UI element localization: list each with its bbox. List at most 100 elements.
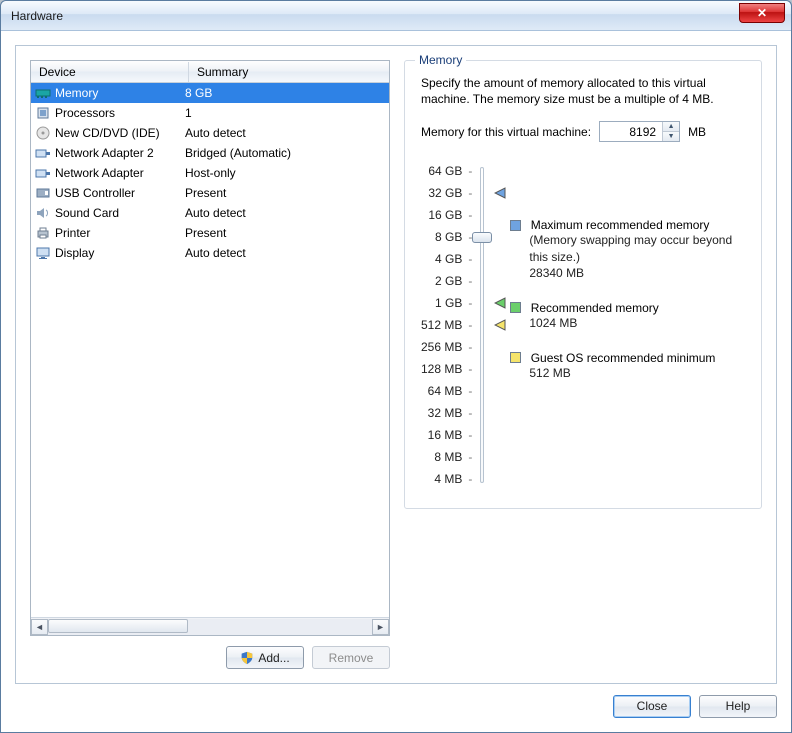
- legend-min: Guest OS recommended minimum 512 MB: [510, 351, 745, 381]
- scale-label: 512 MB: [421, 314, 462, 336]
- nic-icon: [35, 145, 51, 161]
- memory-description: Specify the amount of memory allocated t…: [421, 75, 745, 107]
- scroll-left-arrow-icon[interactable]: ◄: [31, 619, 48, 635]
- help-button[interactable]: Help: [699, 695, 777, 718]
- window-close-button[interactable]: ✕: [739, 3, 785, 23]
- device-list-body[interactable]: Memory 8 GB Processors 1 New CD/DVD (IDE) Aut…: [31, 83, 389, 617]
- device-list: Device Summary Memory 8 GB Processors 1 New …: [30, 60, 390, 636]
- device-summary: Auto detect: [185, 126, 389, 140]
- memory-field-unit: MB: [688, 125, 706, 139]
- device-name: Memory: [55, 86, 98, 100]
- scale-label: 64 GB: [428, 160, 462, 182]
- table-row[interactable]: Memory 8 GB: [31, 83, 389, 103]
- memory-slider-zone: 64 GB32 GB16 GB8 GB4 GB2 GB1 GB512 MB256…: [421, 160, 745, 490]
- uac-shield-icon: [240, 651, 254, 665]
- window-title: Hardware: [11, 9, 63, 23]
- legend-max-title: Maximum recommended memory: [531, 218, 710, 232]
- legend-max-value: 28340 MB: [529, 265, 745, 281]
- memory-input[interactable]: [600, 122, 662, 141]
- table-row[interactable]: Network AdapterHost-only: [31, 163, 389, 183]
- memory-spinner[interactable]: ▲ ▼: [599, 121, 680, 142]
- add-button[interactable]: Add...: [226, 646, 304, 669]
- table-row[interactable]: USB Controller Present: [31, 183, 389, 203]
- memory-groupbox: Memory Specify the amount of memory allo…: [404, 60, 762, 509]
- legend-max-note: (Memory swapping may occur beyond this s…: [529, 232, 745, 264]
- scale-label: 4 GB: [435, 248, 462, 270]
- slider-thumb[interactable]: [472, 232, 492, 243]
- device-summary: 1: [185, 106, 389, 120]
- table-row[interactable]: Display Auto detect: [31, 243, 389, 263]
- scroll-right-arrow-icon[interactable]: ►: [372, 619, 389, 635]
- scroll-thumb[interactable]: [48, 619, 188, 633]
- table-row[interactable]: New CD/DVD (IDE) Auto detect: [31, 123, 389, 143]
- scale-label: 8 MB: [434, 446, 462, 468]
- scale-label: 16 MB: [428, 424, 463, 446]
- close-button[interactable]: Close: [613, 695, 691, 718]
- left-column: Device Summary Memory 8 GB Processors 1 New …: [30, 60, 390, 669]
- legend-rec-value: 1024 MB: [529, 315, 745, 331]
- display-icon: [35, 245, 51, 261]
- scale-label: 32 MB: [428, 402, 463, 424]
- device-name: Network Adapter 2: [55, 146, 154, 160]
- device-name: New CD/DVD (IDE): [55, 126, 160, 140]
- right-column: Memory Specify the amount of memory allo…: [404, 60, 762, 669]
- device-name: Network Adapter: [55, 166, 144, 180]
- scale-label: 8 GB: [435, 226, 462, 248]
- device-summary: Auto detect: [185, 206, 389, 220]
- scroll-track[interactable]: [48, 619, 372, 635]
- scale-label: 1 GB: [435, 292, 462, 314]
- device-list-header: Device Summary: [31, 61, 389, 83]
- table-row[interactable]: Processors 1: [31, 103, 389, 123]
- device-name: Processors: [55, 106, 115, 120]
- remove-button-label: Remove: [329, 651, 374, 665]
- column-header-summary[interactable]: Summary: [189, 62, 389, 82]
- scale-label: 64 MB: [428, 380, 463, 402]
- sound-icon: [35, 205, 51, 221]
- device-name: USB Controller: [55, 186, 135, 200]
- remove-button: Remove: [312, 646, 390, 669]
- scale-label: 2 GB: [435, 270, 462, 292]
- device-action-buttons: Add... Remove: [30, 646, 390, 669]
- cpu-icon: [35, 105, 51, 121]
- scale-label: 4 MB: [434, 468, 462, 490]
- column-header-device[interactable]: Device: [31, 62, 189, 82]
- dialog-footer: Close Help: [15, 692, 777, 720]
- scale-label: 16 GB: [428, 204, 462, 226]
- memory-slider[interactable]: [472, 160, 492, 490]
- device-summary: Bridged (Automatic): [185, 146, 389, 160]
- usb-icon: [35, 185, 51, 201]
- memory-legend: Maximum recommended memory (Memory swapp…: [510, 160, 745, 490]
- legend-rec-title: Recommended memory: [531, 301, 659, 315]
- memory-groupbox-title: Memory: [415, 53, 466, 67]
- spinner-buttons: ▲ ▼: [662, 122, 679, 141]
- table-row[interactable]: PrinterPresent: [31, 223, 389, 243]
- memory-scale: 64 GB32 GB16 GB8 GB4 GB2 GB1 GB512 MB256…: [421, 160, 492, 490]
- close-icon: ✕: [757, 6, 767, 20]
- memory-field-label: Memory for this virtual machine:: [421, 125, 591, 139]
- scale-label: 128 MB: [421, 358, 462, 380]
- horizontal-scrollbar[interactable]: ◄ ►: [31, 617, 389, 635]
- table-row[interactable]: Network Adapter 2 Bridged (Automatic): [31, 143, 389, 163]
- spinner-up-icon[interactable]: ▲: [663, 122, 679, 132]
- help-button-label: Help: [726, 699, 751, 713]
- scale-label: 32 GB: [428, 182, 462, 204]
- legend-min-title: Guest OS recommended minimum: [531, 351, 716, 365]
- swatch-green-icon: [510, 302, 521, 313]
- disc-icon: [35, 125, 51, 141]
- device-summary: Auto detect: [185, 246, 389, 260]
- swatch-yellow-icon: [510, 352, 521, 363]
- nic-icon: [35, 165, 51, 181]
- device-name: Display: [55, 246, 94, 260]
- legend-rec: Recommended memory 1024 MB: [510, 301, 745, 331]
- device-summary: Present: [185, 186, 389, 200]
- spinner-down-icon[interactable]: ▼: [663, 132, 679, 141]
- scale-label: 256 MB: [421, 336, 462, 358]
- device-summary: 8 GB: [185, 86, 389, 100]
- table-row[interactable]: Sound CardAuto detect: [31, 203, 389, 223]
- dialog-content: Device Summary Memory 8 GB Processors 1 New …: [15, 45, 777, 684]
- hardware-dialog: Hardware ✕ Device Summary Memory 8 GB Proc…: [0, 0, 792, 733]
- marker-rec-icon: [494, 297, 506, 312]
- add-button-label: Add...: [258, 651, 289, 665]
- titlebar: Hardware ✕: [1, 1, 791, 31]
- scale-labels: 64 GB32 GB16 GB8 GB4 GB2 GB1 GB512 MB256…: [421, 160, 462, 490]
